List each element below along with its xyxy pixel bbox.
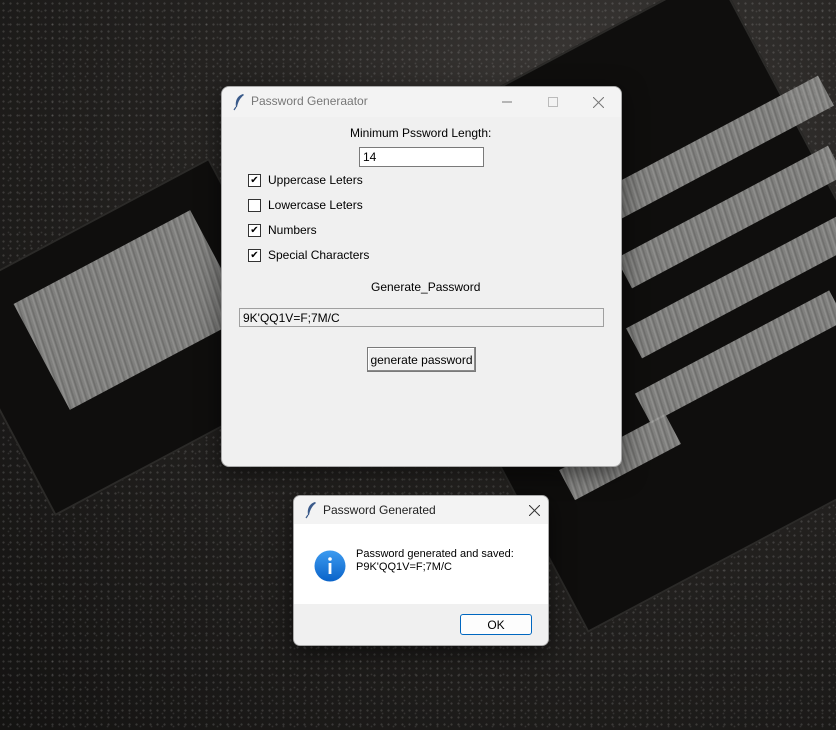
dialog-body: Password generated and saved: P9K'QQ1V=F…	[294, 524, 548, 604]
special-characters-checkbox[interactable]: ✔	[248, 248, 261, 262]
lowercase-label: Lowercase Leters	[268, 198, 363, 212]
feather-icon	[233, 94, 244, 111]
password-generator-window: Password Generaator Minimum Pssword Leng…	[221, 86, 622, 467]
dialog-message-line1: Password generated and saved:	[356, 548, 514, 560]
minimize-icon	[502, 101, 512, 103]
numbers-label: Numbers	[268, 223, 317, 237]
generated-password-field[interactable]: 9K'QQ1V=F;7M/C	[239, 308, 604, 327]
numbers-checkbox[interactable]: ✔	[248, 223, 261, 237]
window-title: Password Generaator	[251, 94, 368, 108]
min-length-input[interactable]: 14	[359, 147, 484, 167]
generated-password-label: Generate_Password	[371, 280, 481, 294]
uppercase-option[interactable]: ✔ Uppercase Leters	[248, 171, 363, 189]
dialog-message-password: P9K'QQ1V=F;7M/C	[356, 561, 452, 573]
generate-password-button[interactable]: generate password	[367, 347, 476, 372]
minimize-button[interactable]	[484, 87, 530, 117]
close-icon	[528, 504, 540, 516]
maximize-button[interactable]	[530, 87, 576, 117]
numbers-option[interactable]: ✔ Numbers	[248, 221, 317, 239]
title-bar[interactable]: Password Generaator	[222, 87, 621, 117]
special-characters-option[interactable]: ✔ Special Characters	[248, 246, 369, 264]
uppercase-label: Uppercase Leters	[268, 173, 363, 187]
lowercase-option[interactable]: Lowercase Leters	[248, 196, 363, 214]
dialog-title-bar[interactable]: Password Generated	[294, 496, 548, 524]
feather-icon	[305, 502, 316, 519]
dialog-footer: OK	[294, 604, 548, 645]
maximize-icon	[548, 97, 558, 107]
ok-button[interactable]: OK	[460, 614, 532, 635]
special-characters-label: Special Characters	[268, 248, 370, 262]
min-length-label: Minimum Pssword Length:	[350, 126, 492, 140]
dialog-close-button[interactable]	[511, 496, 548, 524]
password-generated-dialog: Password Generated Password generated an…	[293, 495, 549, 646]
info-icon	[314, 550, 346, 582]
close-icon	[592, 96, 604, 108]
dialog-title: Password Generated	[323, 503, 436, 517]
uppercase-checkbox[interactable]: ✔	[248, 173, 261, 187]
close-button[interactable]	[575, 87, 621, 117]
lowercase-checkbox[interactable]	[248, 198, 261, 212]
